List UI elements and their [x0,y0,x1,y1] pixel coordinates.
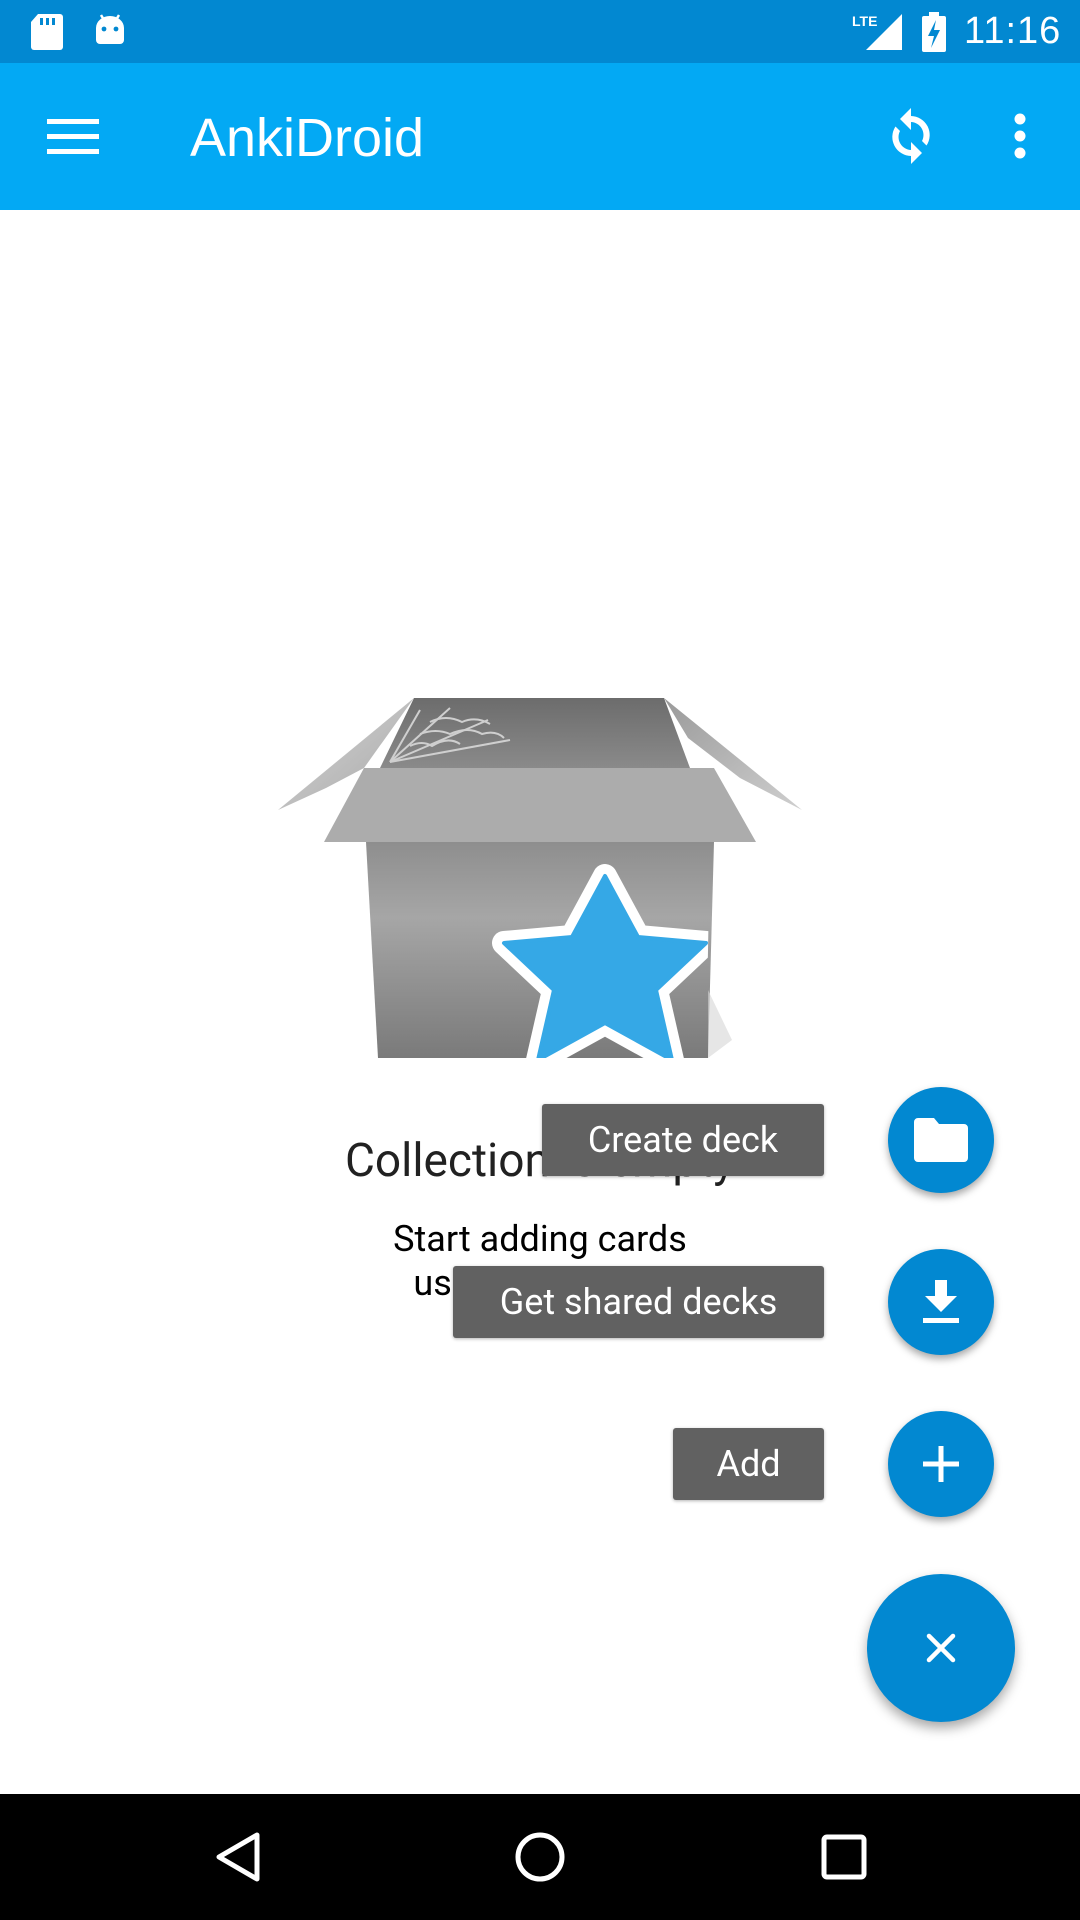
status-clock: 11:16 [964,10,1062,52]
home-icon [515,1832,565,1882]
empty-box-illustration [278,698,802,1058]
fab-menu-toggle-button[interactable] [867,1574,1015,1722]
overflow-menu-button[interactable] [990,99,1050,173]
folder-icon [914,1118,968,1162]
add-label[interactable]: Add [673,1428,824,1500]
recents-button[interactable] [804,1822,884,1892]
sync-icon [892,108,930,164]
home-button[interactable] [500,1822,580,1892]
app-bar: AnkiDroid [0,63,1080,210]
create-deck-button[interactable] [888,1087,994,1193]
overflow-menu-icon [1014,113,1026,159]
system-nav-bar [0,1794,1080,1920]
app-title: AnkiDroid [190,108,425,168]
nav-drawer-button[interactable] [36,105,110,167]
download-icon [923,1280,959,1323]
get-shared-decks-label[interactable]: Get shared decks [453,1266,824,1338]
menu-icon [47,119,99,154]
back-button[interactable] [198,1822,278,1892]
get-shared-decks-button[interactable] [888,1249,994,1355]
add-note-button[interactable] [888,1411,994,1517]
close-icon [926,1633,956,1663]
create-deck-label[interactable]: Create deck [542,1104,824,1176]
lte-signal-icon: LTE [852,13,902,50]
battery-charging-icon [922,12,946,52]
sync-button[interactable] [874,99,948,173]
plus-icon [923,1446,959,1482]
back-icon [216,1832,260,1882]
status-bar: LTE 11:16 [0,0,1080,63]
android-debug-icon [96,14,124,44]
recents-icon [821,1834,867,1880]
svg-text:LTE: LTE [852,13,877,29]
sd-card-icon [31,14,63,50]
